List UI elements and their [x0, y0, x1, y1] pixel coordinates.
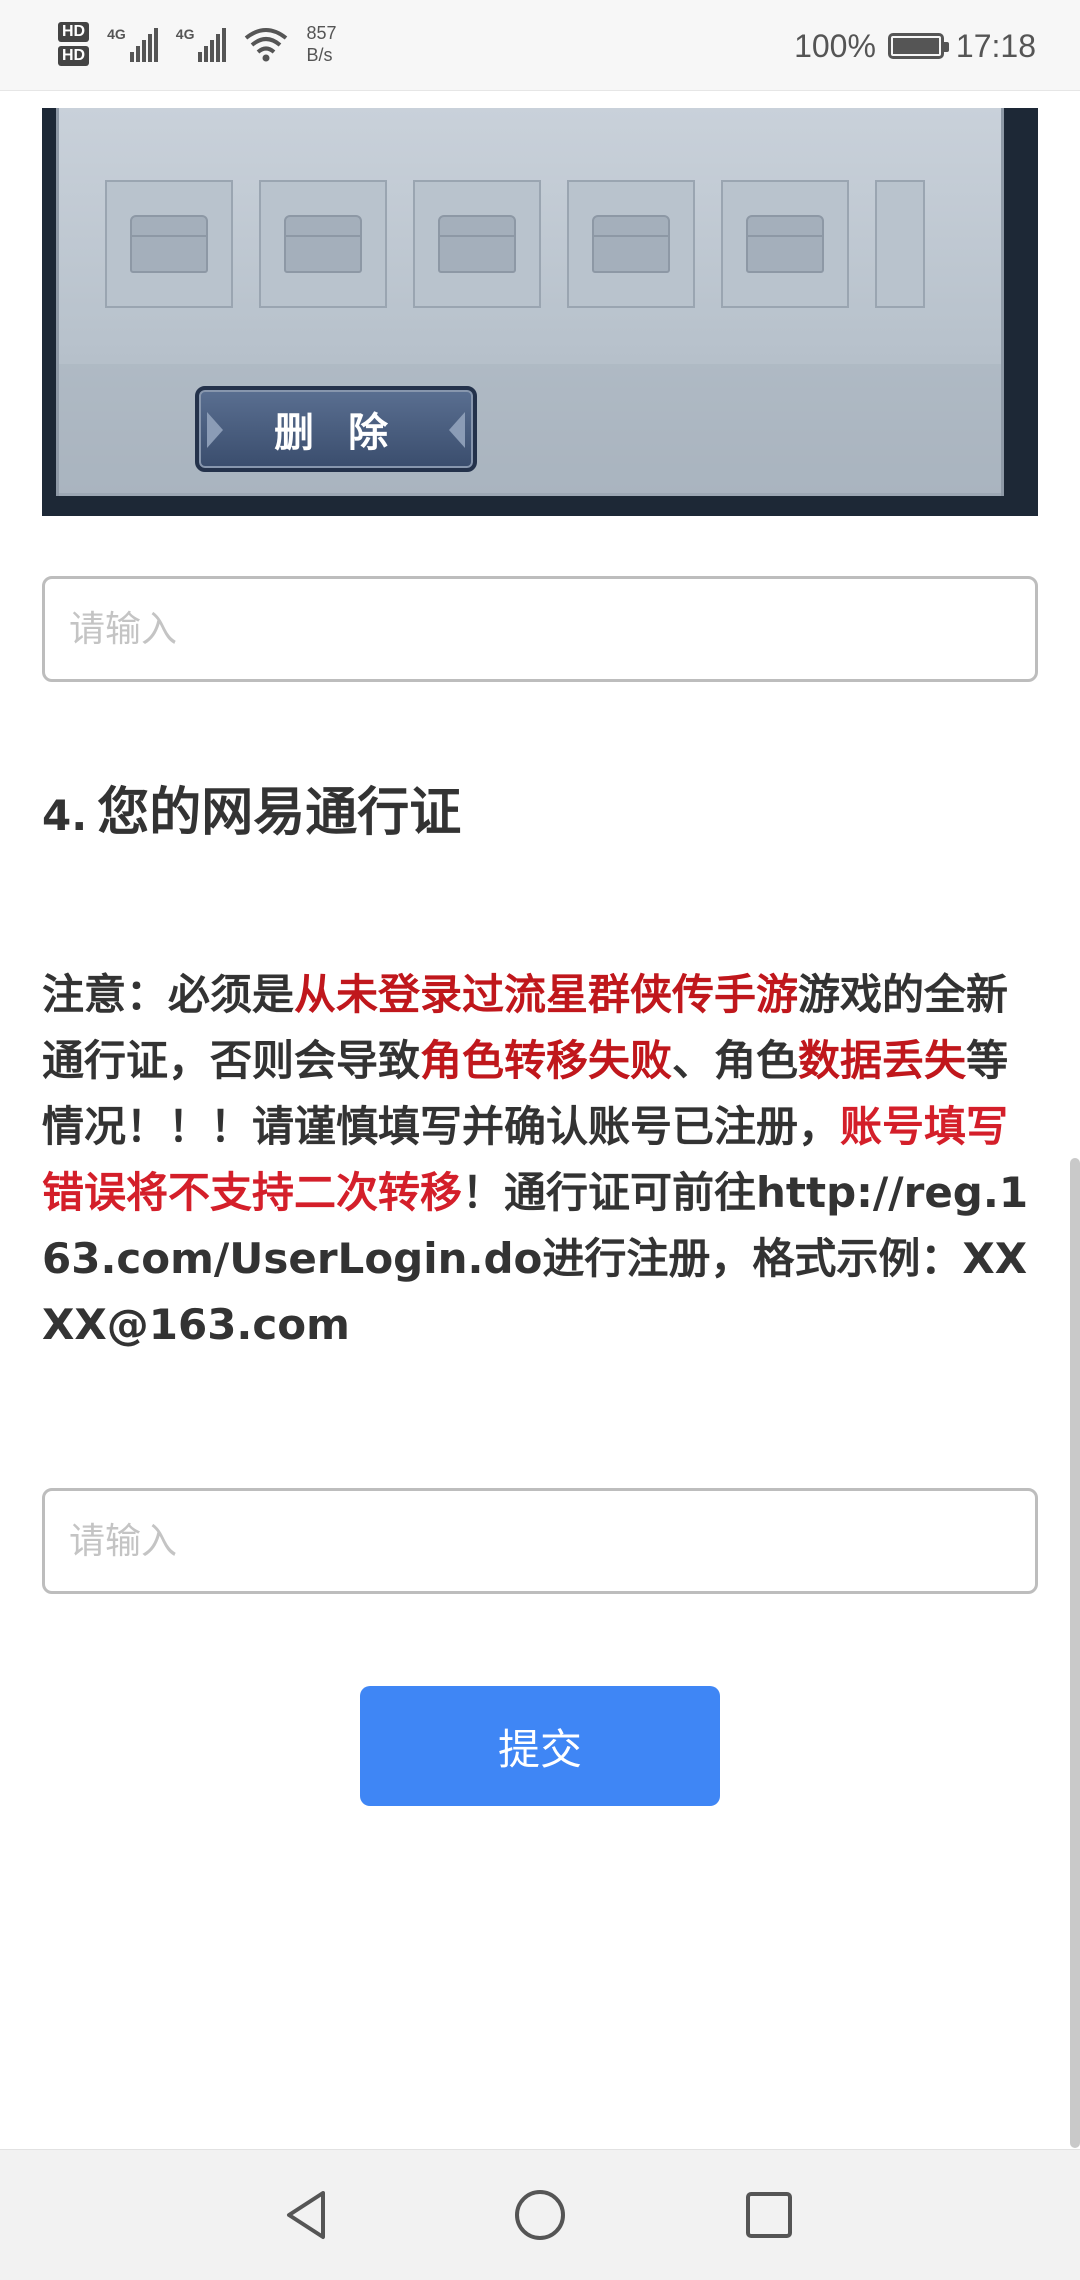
chest-icon — [284, 215, 362, 273]
home-button[interactable] — [505, 2180, 575, 2250]
chest-icon — [592, 215, 670, 273]
previous-answer-input[interactable] — [42, 576, 1038, 682]
status-left: HD HD 4G 4G 857 B/s — [58, 14, 337, 74]
signal-1-label: 4G — [107, 26, 126, 42]
network-speed-unit: B/s — [306, 45, 333, 65]
inventory-slot — [875, 180, 925, 308]
signal-icon: 4G — [176, 26, 227, 62]
inventory-panel: 删 除 — [56, 108, 1004, 496]
notice-warning: 从未登录过流星群侠传手游 — [294, 970, 799, 1019]
recents-icon — [746, 2192, 792, 2238]
game-screenshot: 删 除 — [42, 108, 1038, 516]
submit-button[interactable]: 提交 — [360, 1686, 720, 1806]
inventory-slot — [259, 180, 387, 308]
question-number: 4. — [42, 791, 88, 840]
question-title-text: 您的网易通行证 — [97, 783, 462, 843]
game-delete-label: 删 除 — [274, 410, 398, 456]
arrow-right-icon — [449, 412, 465, 448]
chest-icon — [746, 215, 824, 273]
hd-badges: HD HD — [58, 22, 90, 66]
recents-button[interactable] — [734, 2180, 804, 2250]
battery-percent: 100% — [794, 27, 876, 64]
signal-icon: 4G — [107, 26, 158, 62]
hd-badge-2: HD — [58, 46, 90, 66]
chest-icon — [438, 215, 516, 273]
scrollbar[interactable] — [1070, 1158, 1080, 2148]
navigation-bar — [0, 2149, 1080, 2280]
inventory-slot — [413, 180, 541, 308]
question-title: 4. 您的网易通行证 — [42, 770, 461, 845]
netease-passport-input[interactable] — [42, 1488, 1038, 1594]
notice-text: 注意：必须是从未登录过流星群侠传手游游戏的全新通行证，否则会导致角色转移失败、角… — [42, 962, 1038, 1358]
wifi-icon — [245, 28, 288, 62]
back-button[interactable] — [272, 2180, 342, 2250]
hd-badge-1: HD — [58, 22, 90, 42]
inventory-slot — [721, 180, 849, 308]
home-icon — [515, 2190, 565, 2240]
signal-2-label: 4G — [175, 26, 195, 42]
game-delete-button: 删 除 — [195, 386, 477, 472]
back-icon — [287, 2191, 325, 2239]
chest-icon — [130, 215, 208, 273]
inventory-slots — [105, 180, 925, 308]
inventory-slot — [105, 180, 233, 308]
network-speed-value: 857 — [306, 23, 337, 43]
notice-warning: 数据丢失 — [798, 1036, 967, 1085]
notice-part: 、角色 — [672, 1036, 799, 1085]
arrow-left-icon — [207, 412, 223, 448]
status-bar: HD HD 4G 4G 857 B/s 100% 17:18 — [0, 0, 1080, 91]
notice-warning: 角色转移失败 — [420, 1036, 673, 1085]
inventory-slot — [567, 180, 695, 308]
status-right: 100% 17:18 — [794, 22, 1036, 70]
network-speed: 857 B/s — [306, 22, 336, 66]
battery-icon — [887, 33, 949, 59]
clock: 17:18 — [955, 27, 1036, 64]
notice-part: 注意：必须是 — [42, 970, 295, 1019]
